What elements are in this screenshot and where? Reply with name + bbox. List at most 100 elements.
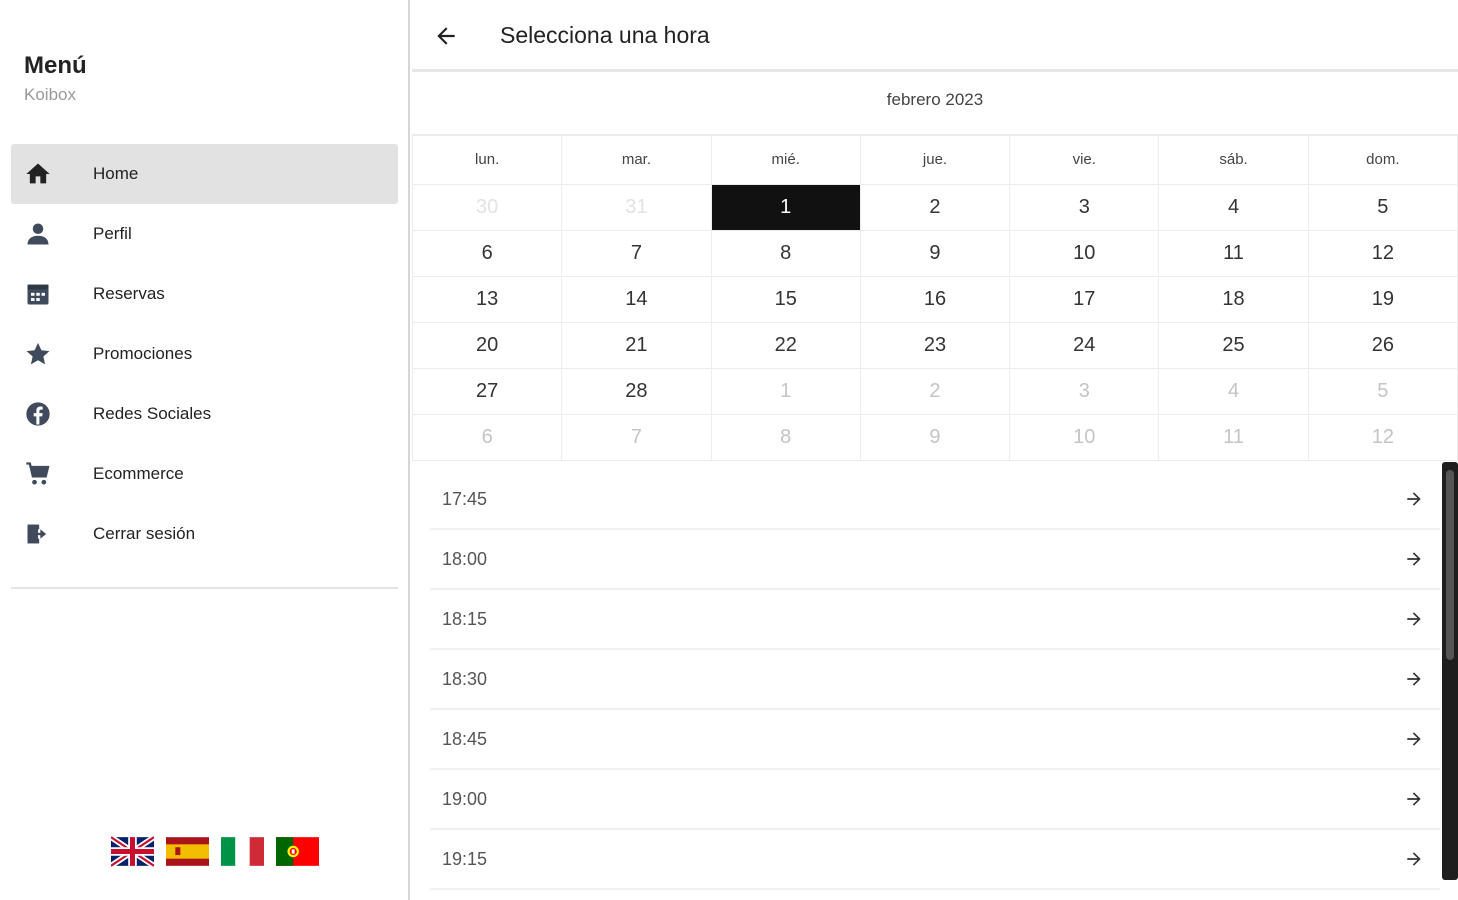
sidebar-item-cerrar-sesion[interactable]: Cerrar sesión — [11, 504, 398, 564]
spain-flag-icon[interactable] — [166, 835, 209, 868]
calendar-day[interactable]: 20 — [411, 321, 563, 369]
calendar-day[interactable]: 25 — [1158, 321, 1309, 369]
calendar-day[interactable]: 11 — [1158, 229, 1309, 277]
portugal-flag-icon[interactable] — [276, 835, 319, 868]
calendar-day[interactable]: 5 — [1307, 183, 1458, 231]
arrow-right-icon — [1404, 609, 1424, 629]
logout-icon — [11, 504, 93, 564]
calendar-week: 30 31 1 2 3 4 5 — [411, 183, 1458, 231]
calendar-day[interactable]: 31 — [561, 183, 712, 231]
calendar-day[interactable]: 14 — [561, 275, 712, 323]
calendar-week: 27 28 1 2 3 4 5 — [411, 367, 1458, 415]
back-button[interactable] — [428, 18, 464, 54]
arrow-right-icon — [1404, 489, 1424, 509]
time-slot-label: 18:45 — [442, 728, 488, 749]
calendar-day[interactable]: 8 — [710, 229, 861, 277]
sidebar-item-label: Cerrar sesión — [93, 524, 196, 543]
time-slot[interactable]: 18:15 — [430, 590, 1440, 650]
italy-flag-icon[interactable] — [221, 835, 264, 868]
time-slot-label: 19:15 — [442, 848, 488, 869]
facebook-icon — [11, 384, 93, 444]
calendar-day[interactable]: 7 — [561, 229, 712, 277]
calendar-day[interactable]: 21 — [561, 321, 712, 369]
calendar-day[interactable]: 27 — [411, 367, 563, 415]
sidebar-item-redes-sociales[interactable]: Redes Sociales — [11, 384, 398, 444]
calendar-day[interactable]: 6 — [411, 229, 563, 277]
calendar-day[interactable]: 5 — [1307, 367, 1458, 415]
sidebar-item-home[interactable]: Home — [11, 144, 398, 204]
time-slot[interactable]: 17:45 — [430, 470, 1440, 530]
calendar-day[interactable]: 23 — [859, 321, 1011, 369]
calendar-icon — [11, 264, 93, 324]
weekday-label: mar. — [561, 134, 712, 185]
main-content: Selecciona una hora febrero 2023 lun. ma… — [411, 0, 1458, 900]
calendar-day[interactable]: 24 — [1009, 321, 1160, 369]
calendar-day[interactable]: 15 — [710, 275, 861, 323]
arrow-right-icon — [1404, 669, 1424, 689]
app: Menú Koibox Home Perfil Reservas Promoci… — [0, 0, 1458, 900]
calendar-day[interactable]: 2 — [859, 367, 1011, 415]
calendar-day[interactable]: 22 — [710, 321, 861, 369]
calendar-day[interactable]: 3 — [1009, 367, 1160, 415]
calendar-week: 6 7 8 9 10 11 12 — [411, 413, 1458, 461]
time-slot-label: 18:00 — [442, 548, 488, 569]
calendar-day[interactable]: 17 — [1009, 275, 1160, 323]
calendar-day[interactable]: 30 — [411, 183, 563, 231]
person-icon — [11, 204, 93, 264]
time-slot[interactable]: 19:00 — [430, 770, 1440, 830]
calendar-day[interactable]: 11 — [1158, 413, 1309, 461]
weekday-label: lun. — [411, 134, 563, 185]
time-slot[interactable]: 18:30 — [430, 650, 1440, 710]
calendar-day[interactable]: 10 — [1009, 413, 1160, 461]
calendar-day[interactable]: 9 — [859, 413, 1011, 461]
sidebar-item-ecommerce[interactable]: Ecommerce — [11, 444, 398, 504]
sidebar-item-perfil[interactable]: Perfil — [11, 204, 398, 264]
scrollbar-thumb[interactable] — [1446, 470, 1454, 660]
calendar-day[interactable]: 28 — [561, 367, 712, 415]
page-title: Selecciona una hora — [500, 22, 710, 48]
time-slot[interactable]: 18:45 — [430, 710, 1440, 770]
calendar: lun. mar. mié. jue. vie. sáb. dom. 30 31… — [411, 134, 1458, 461]
calendar-day[interactable]: 4 — [1158, 367, 1309, 415]
calendar-week: 20 21 22 23 24 25 26 — [411, 321, 1458, 369]
calendar-day[interactable]: 6 — [411, 413, 563, 461]
arrow-right-icon — [1404, 549, 1424, 569]
uk-flag-icon[interactable] — [111, 835, 154, 868]
calendar-day[interactable]: 3 — [1009, 183, 1160, 231]
calendar-day[interactable]: 9 — [859, 229, 1011, 277]
calendar-day[interactable]: 4 — [1158, 183, 1309, 231]
calendar-day[interactable]: 8 — [710, 413, 861, 461]
time-slot-label: 18:15 — [442, 608, 488, 629]
calendar-day[interactable]: 12 — [1307, 229, 1458, 277]
calendar-day-selected[interactable]: 1 — [710, 183, 861, 231]
sidebar-item-promociones[interactable]: Promociones — [11, 324, 398, 384]
calendar-day[interactable]: 16 — [859, 275, 1011, 323]
calendar-day[interactable]: 13 — [411, 275, 563, 323]
calendar-day[interactable]: 19 — [1307, 275, 1458, 323]
time-slot[interactable]: 19:15 — [430, 830, 1440, 890]
home-icon — [11, 144, 93, 204]
arrow-right-icon — [1404, 789, 1424, 809]
sidebar-nav: Home Perfil Reservas Promociones Redes S… — [11, 144, 398, 564]
calendar-day[interactable]: 26 — [1307, 321, 1458, 369]
sidebar-item-reservas[interactable]: Reservas — [11, 264, 398, 324]
header: Selecciona una hora — [412, 0, 1458, 72]
menu-subtitle: Koibox — [24, 85, 76, 104]
weekday-label: sáb. — [1158, 134, 1309, 185]
calendar-day[interactable]: 1 — [710, 367, 861, 415]
sidebar-item-label: Reservas — [93, 284, 165, 303]
star-icon — [11, 324, 93, 384]
scrollbar[interactable] — [1442, 462, 1458, 880]
calendar-day[interactable]: 10 — [1009, 229, 1160, 277]
cart-icon — [11, 444, 93, 504]
calendar-day[interactable]: 2 — [859, 183, 1011, 231]
calendar-day[interactable]: 18 — [1158, 275, 1309, 323]
sidebar-item-label: Promociones — [93, 344, 193, 363]
calendar-day[interactable]: 7 — [561, 413, 712, 461]
calendar-month: febrero 2023 — [886, 90, 984, 109]
time-slot[interactable]: 18:00 — [430, 530, 1440, 590]
calendar-week: 6 7 8 9 10 11 12 — [411, 229, 1458, 277]
language-selector — [111, 835, 319, 868]
calendar-week: 13 14 15 16 17 18 19 — [411, 275, 1458, 323]
calendar-day[interactable]: 12 — [1307, 413, 1458, 461]
